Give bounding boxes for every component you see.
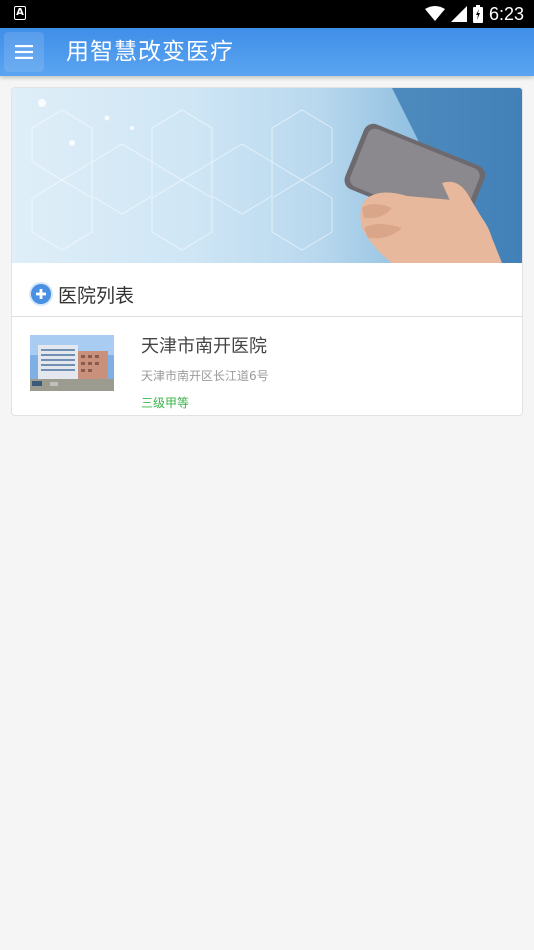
hospital-image	[30, 335, 114, 391]
hospital-card: 医院列表 天津市南开医院 天津市南开区长江道6号 三级甲等	[11, 87, 523, 416]
app-bar: 用智慧改变医疗	[0, 28, 534, 76]
hospital-level-badge: 三级甲等	[141, 396, 190, 410]
section-title: 医院列表	[58, 285, 135, 307]
status-time: 6:23	[488, 4, 524, 24]
status-icons: 6:23	[424, 2, 524, 26]
status-bar: A 6:23	[0, 0, 534, 28]
hospital-list-item[interactable]: 天津市南开医院 天津市南开区长江道6号 三级甲等	[12, 318, 522, 415]
menu-button[interactable]	[4, 32, 44, 72]
banner-image	[12, 88, 522, 263]
wifi-icon	[424, 6, 445, 21]
plus-circle-icon	[31, 284, 51, 304]
hospital-name: 天津市南开医院	[141, 336, 267, 357]
app-title: 用智慧改变医疗	[66, 39, 234, 65]
section-header: 医院列表	[12, 263, 522, 317]
banner-illustration	[31, 88, 522, 263]
hospital-address: 天津市南开区长江道6号	[141, 369, 269, 383]
hamburger-menu-icon	[15, 45, 33, 59]
notification-icon: A	[14, 6, 26, 20]
battery-icon	[472, 5, 483, 23]
signal-icon	[450, 6, 467, 22]
